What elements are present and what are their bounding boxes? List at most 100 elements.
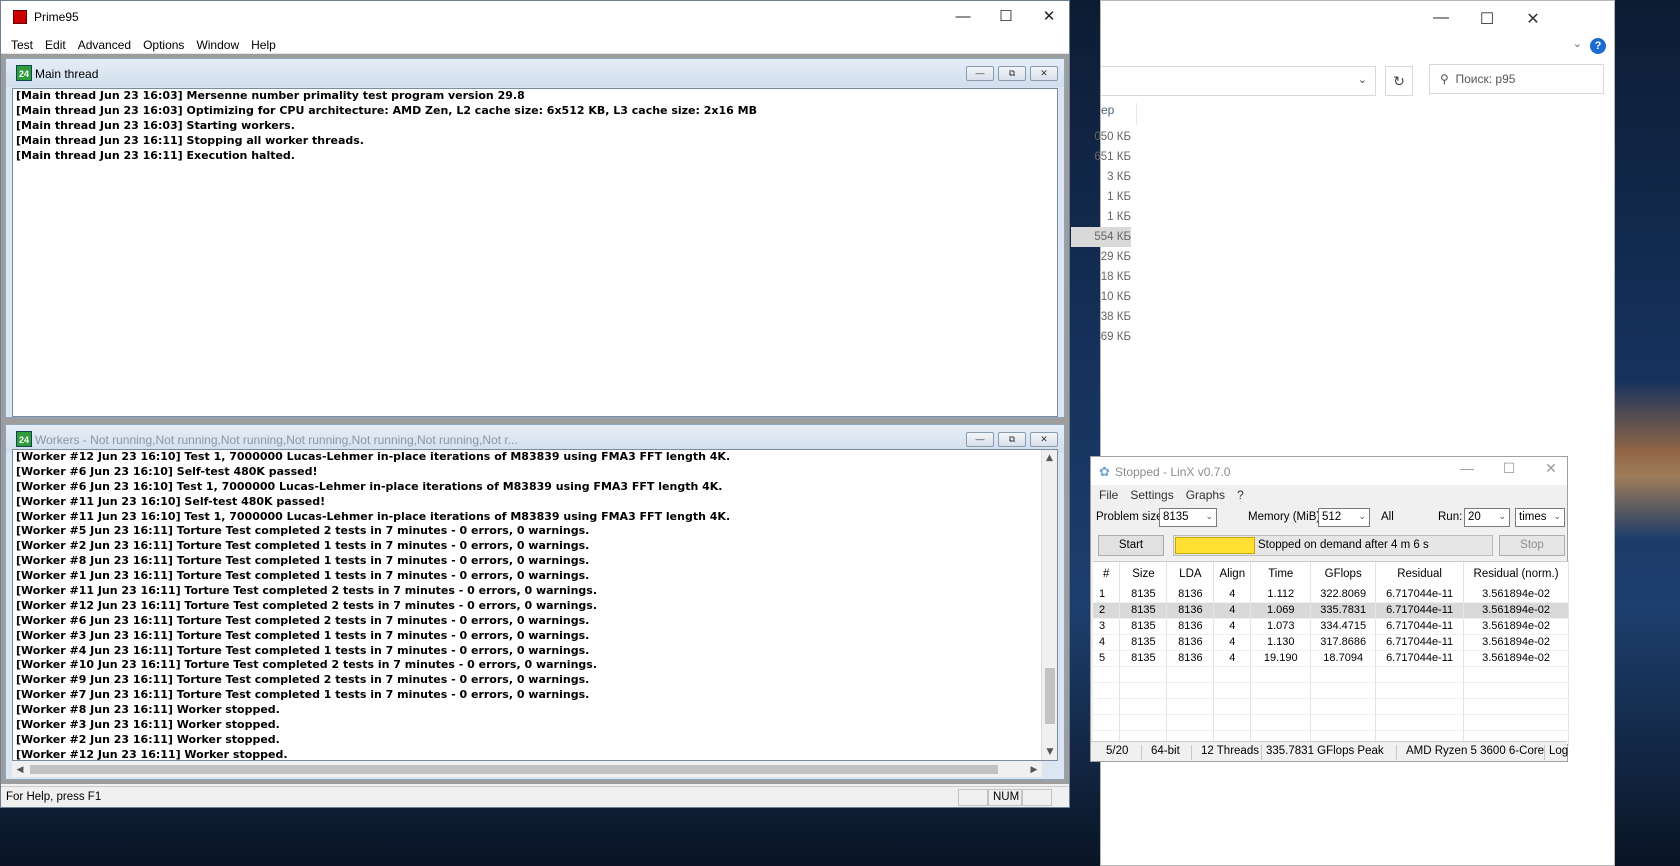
chevron-down-icon[interactable]: ⌄ xyxy=(1358,73,1367,86)
workers-log[interactable]: [Worker #12 Jun 23 16:10] Test 1, 700000… xyxy=(12,449,1058,761)
minimize-icon[interactable]: — xyxy=(1447,460,1487,476)
maximize-icon[interactable]: ☐ xyxy=(984,6,1028,28)
vertical-scrollbar[interactable]: ▲ ▼ xyxy=(1041,450,1057,760)
menu-window[interactable]: Window xyxy=(190,34,245,53)
column-header[interactable]: Residual xyxy=(1375,562,1465,586)
file-size-cell[interactable]: 38 КБ xyxy=(1071,307,1131,327)
search-icon: ⚲ xyxy=(1440,72,1449,86)
problem-size-select[interactable]: 8135 ⌄ xyxy=(1159,508,1217,527)
menu-settings[interactable]: Settings xyxy=(1124,485,1179,505)
log-line: [Worker #12 Jun 23 16:11] Worker stopped… xyxy=(16,747,288,761)
chevron-down-icon[interactable]: ⌄ xyxy=(1573,37,1582,50)
scroll-left-icon[interactable]: ◀ xyxy=(12,761,28,777)
main-thread-log[interactable]: [Main thread Jun 23 16:03] Mersenne numb… xyxy=(12,88,1058,417)
scroll-down-icon[interactable]: ▼ xyxy=(1042,744,1057,760)
minimize-icon[interactable]: — xyxy=(1421,9,1461,27)
file-size-cell[interactable]: 10 КБ xyxy=(1071,287,1131,307)
table-cell xyxy=(1375,666,1465,683)
menu-file[interactable]: File xyxy=(1093,485,1124,505)
menu-help[interactable]: Help xyxy=(245,34,282,53)
table-row[interactable]: 1 8135 8136 4 1.112 322.8069 6.717044e-11 3.561… xyxy=(1093,586,1569,603)
column-header[interactable]: Residual (norm.) xyxy=(1463,562,1569,586)
file-size-cell[interactable]: 29 КБ xyxy=(1071,247,1131,267)
close-icon[interactable]: ✕ xyxy=(1030,432,1058,447)
restore-icon[interactable]: ⧉ xyxy=(998,66,1026,81)
memory-select[interactable]: 512 ⌄ xyxy=(1318,508,1370,527)
close-icon[interactable]: ✕ xyxy=(1027,6,1071,28)
minimize-icon[interactable]: — xyxy=(941,6,985,28)
horizontal-scrollbar[interactable]: ◀ ▶ xyxy=(12,761,1042,777)
table-cell xyxy=(1375,682,1465,699)
file-size-cell[interactable]: 1 КБ xyxy=(1071,187,1131,207)
minimize-icon[interactable]: — xyxy=(966,432,994,447)
table-row[interactable]: 4 8135 8136 4 1.130 317.8686 6.717044e-11 3.561… xyxy=(1093,634,1569,651)
address-bar[interactable]: ⌄ xyxy=(1101,66,1376,96)
table-cell xyxy=(1119,714,1168,731)
restore-icon[interactable]: ⧉ xyxy=(998,432,1026,447)
menu-edit[interactable]: Edit xyxy=(39,34,72,53)
log-button[interactable]: Log xyxy=(1549,745,1568,757)
refresh-icon[interactable]: ↻ xyxy=(1385,66,1413,96)
menu-about[interactable]: ? xyxy=(1231,485,1250,505)
empty-table-row xyxy=(1093,698,1569,715)
mdi-client-area: 24 Main thread — ⧉ ✕ [Main thread Jun 23… xyxy=(1,54,1069,784)
log-line: [Worker #12 Jun 23 16:11] Torture Test c… xyxy=(16,598,598,612)
menu-options[interactable]: Options xyxy=(137,34,190,53)
table-cell: 3 xyxy=(1093,618,1121,635)
table-row[interactable]: 5 8135 8136 4 19.190 18.7094 6.717044e-11 3.561… xyxy=(1093,650,1569,667)
column-header[interactable]: # xyxy=(1093,562,1121,586)
close-icon[interactable]: ✕ xyxy=(1030,66,1058,81)
table-row[interactable]: 2 8135 8136 4 1.069 335.7831 6.717044e-11 3.561… xyxy=(1093,602,1569,619)
table-cell xyxy=(1093,682,1121,699)
column-header[interactable]: Align xyxy=(1213,562,1252,586)
file-size-cell[interactable]: 554 КБ xyxy=(1071,227,1131,247)
menu-test[interactable]: Test xyxy=(5,34,39,53)
log-line: [Worker #3 Jun 23 16:11] Worker stopped. xyxy=(16,718,280,732)
chevron-down-icon: ⌄ xyxy=(1358,511,1366,521)
run-count-select[interactable]: 20 ⌄ xyxy=(1464,508,1510,527)
log-line: [Worker #8 Jun 23 16:11] Worker stopped. xyxy=(16,703,280,717)
close-icon[interactable]: ✕ xyxy=(1513,9,1553,29)
scrollbar-thumb[interactable] xyxy=(1045,668,1055,724)
file-size-cell[interactable]: 651 КБ xyxy=(1071,147,1131,167)
start-button[interactable]: Start xyxy=(1098,535,1164,556)
table-cell: 6.717044e-11 xyxy=(1375,634,1465,651)
column-header[interactable]: Time xyxy=(1250,562,1312,586)
file-size-cell[interactable]: 1 КБ xyxy=(1071,207,1131,227)
file-size-cell[interactable]: 18 КБ xyxy=(1071,267,1131,287)
scroll-right-icon[interactable]: ▶ xyxy=(1026,761,1042,777)
status-separator xyxy=(1396,745,1397,760)
stop-button[interactable]: Stop xyxy=(1499,535,1565,556)
size-column-header[interactable]: ер xyxy=(1101,103,1137,125)
run-label: Run: xyxy=(1438,511,1463,523)
column-header[interactable]: Size xyxy=(1119,562,1168,586)
table-cell xyxy=(1310,714,1377,731)
file-size-cell[interactable]: 3 КБ xyxy=(1071,167,1131,187)
close-icon[interactable]: ✕ xyxy=(1531,460,1571,477)
scroll-up-icon[interactable]: ▲ xyxy=(1042,450,1057,466)
menu-advanced[interactable]: Advanced xyxy=(72,34,137,53)
help-icon[interactable]: ? xyxy=(1590,38,1606,54)
maximize-icon[interactable]: ☐ xyxy=(1489,460,1529,477)
table-cell: 3.561894e-02 xyxy=(1463,602,1569,619)
empty-table-row xyxy=(1093,682,1569,699)
column-header[interactable]: LDA xyxy=(1166,562,1215,586)
menu-bar: File Settings Graphs ? xyxy=(1091,485,1567,505)
search-input[interactable]: ⚲ Поиск: p95 xyxy=(1429,64,1604,94)
run-unit-select[interactable]: times ⌄ xyxy=(1515,508,1565,527)
file-size-cell[interactable]: 69 КБ xyxy=(1071,327,1131,347)
table-cell xyxy=(1463,666,1569,683)
file-size-cell[interactable]: 050 КБ xyxy=(1071,127,1131,147)
table-cell: 1.073 xyxy=(1250,618,1312,635)
table-row[interactable]: 3 8135 8136 4 1.073 334.4715 6.717044e-11 3.561… xyxy=(1093,618,1569,635)
results-table[interactable]: # Size LDA Align Time GFlops Residual Residual … xyxy=(1093,561,1569,747)
scrollbar-thumb[interactable] xyxy=(30,765,998,774)
table-cell xyxy=(1375,698,1465,715)
table-cell: 8135 xyxy=(1119,586,1168,603)
worker-icon: 24 xyxy=(16,65,32,81)
maximize-icon[interactable]: ☐ xyxy=(1467,9,1507,29)
minimize-icon[interactable]: — xyxy=(966,66,994,81)
menu-graphs[interactable]: Graphs xyxy=(1180,485,1231,505)
all-memory-checkbox[interactable]: All xyxy=(1381,511,1394,523)
column-header[interactable]: GFlops xyxy=(1310,562,1377,586)
